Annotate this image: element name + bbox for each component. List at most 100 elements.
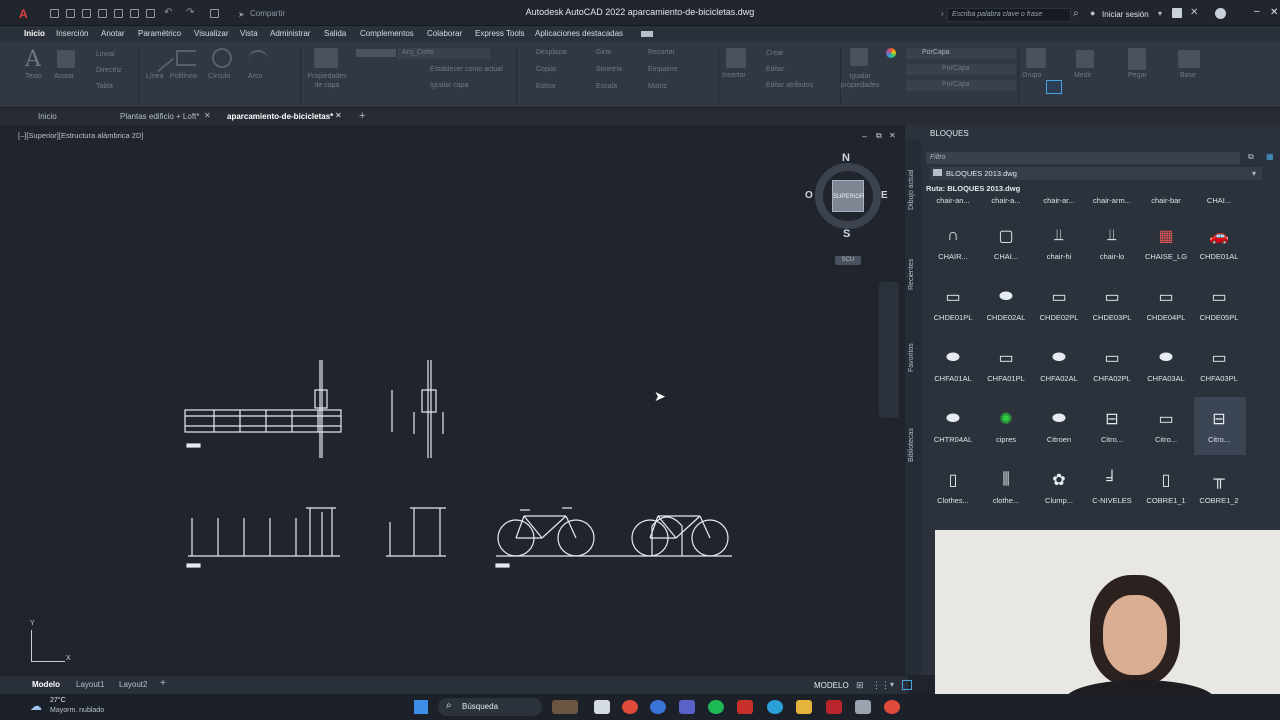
layer-properties-icon[interactable] (314, 48, 338, 68)
block-item[interactable]: chair-arm... (1086, 196, 1138, 205)
block-item[interactable]: ⬬ CHFA03AL (1140, 348, 1192, 383)
group-icon[interactable] (1026, 48, 1046, 68)
chevron-down-icon[interactable]: ▾ (890, 680, 894, 689)
block-item[interactable]: ▯ Clothes... (927, 470, 979, 505)
stretch-label[interactable]: Estirar (536, 83, 556, 90)
match-layer-label[interactable]: Igualar capa (430, 82, 469, 89)
tab-anotar[interactable]: Anotar (101, 29, 125, 38)
block-item[interactable]: 🚗 CHDE01AL (1193, 226, 1245, 261)
view-options-icon[interactable]: ▦ (1266, 152, 1274, 161)
block-item[interactable]: ⫫ chair-lo (1086, 226, 1138, 261)
tab-vista[interactable]: Vista (240, 29, 258, 38)
block-item[interactable]: ⫫ chair-hi (1033, 226, 1085, 261)
tab-libraries[interactable]: Bibliotecas (908, 428, 915, 462)
block-item[interactable]: ▯ COBRE1_1 (1140, 470, 1192, 505)
more-tabs-icon[interactable] (641, 31, 653, 37)
block-item[interactable]: ⊟ Citro... (1086, 409, 1138, 444)
exchange-icon[interactable]: ✕ (1190, 7, 1198, 18)
filter-settings-icon[interactable]: ⧉ (1248, 152, 1254, 162)
doc-tab-aparcamiento[interactable]: aparcamiento-de-bicicletas* (227, 112, 333, 121)
block-item[interactable]: ⬬ CHTR04AL (927, 409, 979, 444)
block-item[interactable]: chair-a... (980, 196, 1032, 205)
block-item[interactable]: chair-ar... (1033, 196, 1085, 205)
layer-dropdown[interactable]: Arq_Corte (398, 48, 490, 59)
color-dropdown[interactable]: PorCapa (906, 48, 1016, 59)
tab-model[interactable]: Modelo (32, 680, 60, 689)
fillet-label[interactable]: Empalme (648, 66, 678, 73)
rotate-label[interactable]: Girar (596, 49, 612, 56)
insert-block-icon[interactable] (726, 48, 746, 68)
weather-desc[interactable]: Mayorm. nublado (50, 707, 104, 714)
help-icon[interactable] (1215, 8, 1226, 19)
block-item[interactable]: chair-bar (1140, 196, 1192, 205)
compass-east[interactable]: E (881, 190, 888, 201)
compass-south[interactable]: S (843, 228, 850, 240)
explorer-icon[interactable] (796, 700, 812, 714)
leader-label[interactable]: Directriz (96, 67, 122, 74)
color-wheel-icon[interactable] (886, 48, 896, 58)
tab-layout1[interactable]: Layout1 (76, 680, 104, 689)
make-current-label[interactable]: Establecer como actual (430, 66, 503, 73)
match-properties-icon[interactable] (850, 48, 868, 66)
new-tab-icon[interactable]: + (359, 110, 365, 122)
trim-label[interactable]: Recortar (648, 49, 675, 56)
grid-icon[interactable]: ⊞ (856, 680, 864, 691)
snipping-icon[interactable] (855, 700, 871, 714)
block-item[interactable]: chair-an... (927, 196, 979, 205)
tab-complementos[interactable]: Complementos (360, 29, 414, 38)
block-item[interactable]: ▭ CHFA03PL (1193, 348, 1245, 383)
minimize-icon[interactable]: – (1254, 6, 1260, 17)
model-space-button[interactable]: MODELO (814, 681, 849, 690)
edge-icon[interactable] (767, 700, 783, 714)
chevron-down-icon[interactable]: ▾ (1158, 9, 1162, 18)
teams-icon[interactable] (679, 700, 695, 714)
block-item[interactable]: ▭ CHDE05PL (1193, 287, 1245, 322)
autocad-taskbar-icon[interactable] (826, 700, 842, 714)
block-item[interactable]: ⬬ CHFA01AL (927, 348, 979, 383)
snap-icon[interactable]: ⋮⋮ (872, 680, 890, 691)
chrome-icon[interactable] (622, 700, 638, 714)
edit-attributes-label[interactable]: Editar atributos (766, 82, 813, 89)
block-item[interactable]: ▢ CHAI... (980, 226, 1032, 261)
viewport-minimize-icon[interactable]: – (862, 131, 867, 141)
firefox-icon[interactable] (650, 700, 666, 714)
block-item[interactable]: ╛ C-NIVELES (1086, 470, 1138, 505)
block-item[interactable]: ∩ CHAIR... (927, 226, 979, 261)
add-layout-icon[interactable]: + (160, 678, 166, 689)
weather-icon[interactable]: ☁ (30, 699, 42, 713)
compass-north[interactable]: N (842, 152, 850, 164)
viewcube-top-face[interactable]: SUPERIOR (832, 180, 864, 212)
block-item[interactable]: ▭ Citro... (1140, 409, 1192, 444)
block-item[interactable]: ▭ CHDE03PL (1086, 287, 1138, 322)
block-item[interactable]: ▭ CHDE01PL (927, 287, 979, 322)
block-item[interactable]: CHAI... (1193, 196, 1245, 205)
circle-icon[interactable] (212, 48, 232, 68)
tab-parametrico[interactable]: Paramétrico (138, 29, 181, 38)
tab-colaborar[interactable]: Colaborar (427, 29, 462, 38)
tab-visualizar[interactable]: Visualizar (194, 29, 229, 38)
layer-state-icons[interactable] (356, 49, 396, 57)
task-view-icon[interactable] (594, 700, 610, 714)
line-icon[interactable] (145, 43, 175, 73)
close-icon[interactable]: ✕ (1270, 7, 1278, 18)
chevron-down-icon[interactable]: ▾ (1252, 169, 1256, 178)
measure-icon[interactable] (1076, 50, 1094, 68)
weather-temp[interactable]: 27°C (50, 697, 66, 704)
tab-aplicaciones[interactable]: Aplicaciones destacadas (535, 29, 623, 38)
filter-input[interactable]: Filtro (926, 152, 1240, 164)
library-file-dropdown[interactable]: BLOQUES 2013.dwg (930, 167, 1262, 180)
tab-insercion[interactable]: Inserción (56, 29, 88, 38)
block-item[interactable]: ✺ cipres (980, 409, 1032, 444)
group-select-icon[interactable] (1046, 80, 1062, 94)
block-item[interactable]: ╥ COBRE1_2 (1193, 470, 1245, 505)
tab-current-drawing[interactable]: Dibujo actual (908, 170, 915, 210)
ortho-icon[interactable] (902, 680, 912, 690)
doc-tab-inicio[interactable]: Inicio (38, 112, 57, 121)
close-tab-icon[interactable]: ✕ (204, 111, 211, 120)
compass-west[interactable]: O (805, 190, 813, 201)
acrobat-icon[interactable] (737, 700, 753, 714)
help-search-input[interactable]: Escriba palabra clave o frase (947, 8, 1071, 22)
polyline-icon[interactable] (176, 50, 196, 66)
tab-layout2[interactable]: Layout2 (119, 680, 147, 689)
dimension-icon[interactable] (57, 50, 75, 68)
